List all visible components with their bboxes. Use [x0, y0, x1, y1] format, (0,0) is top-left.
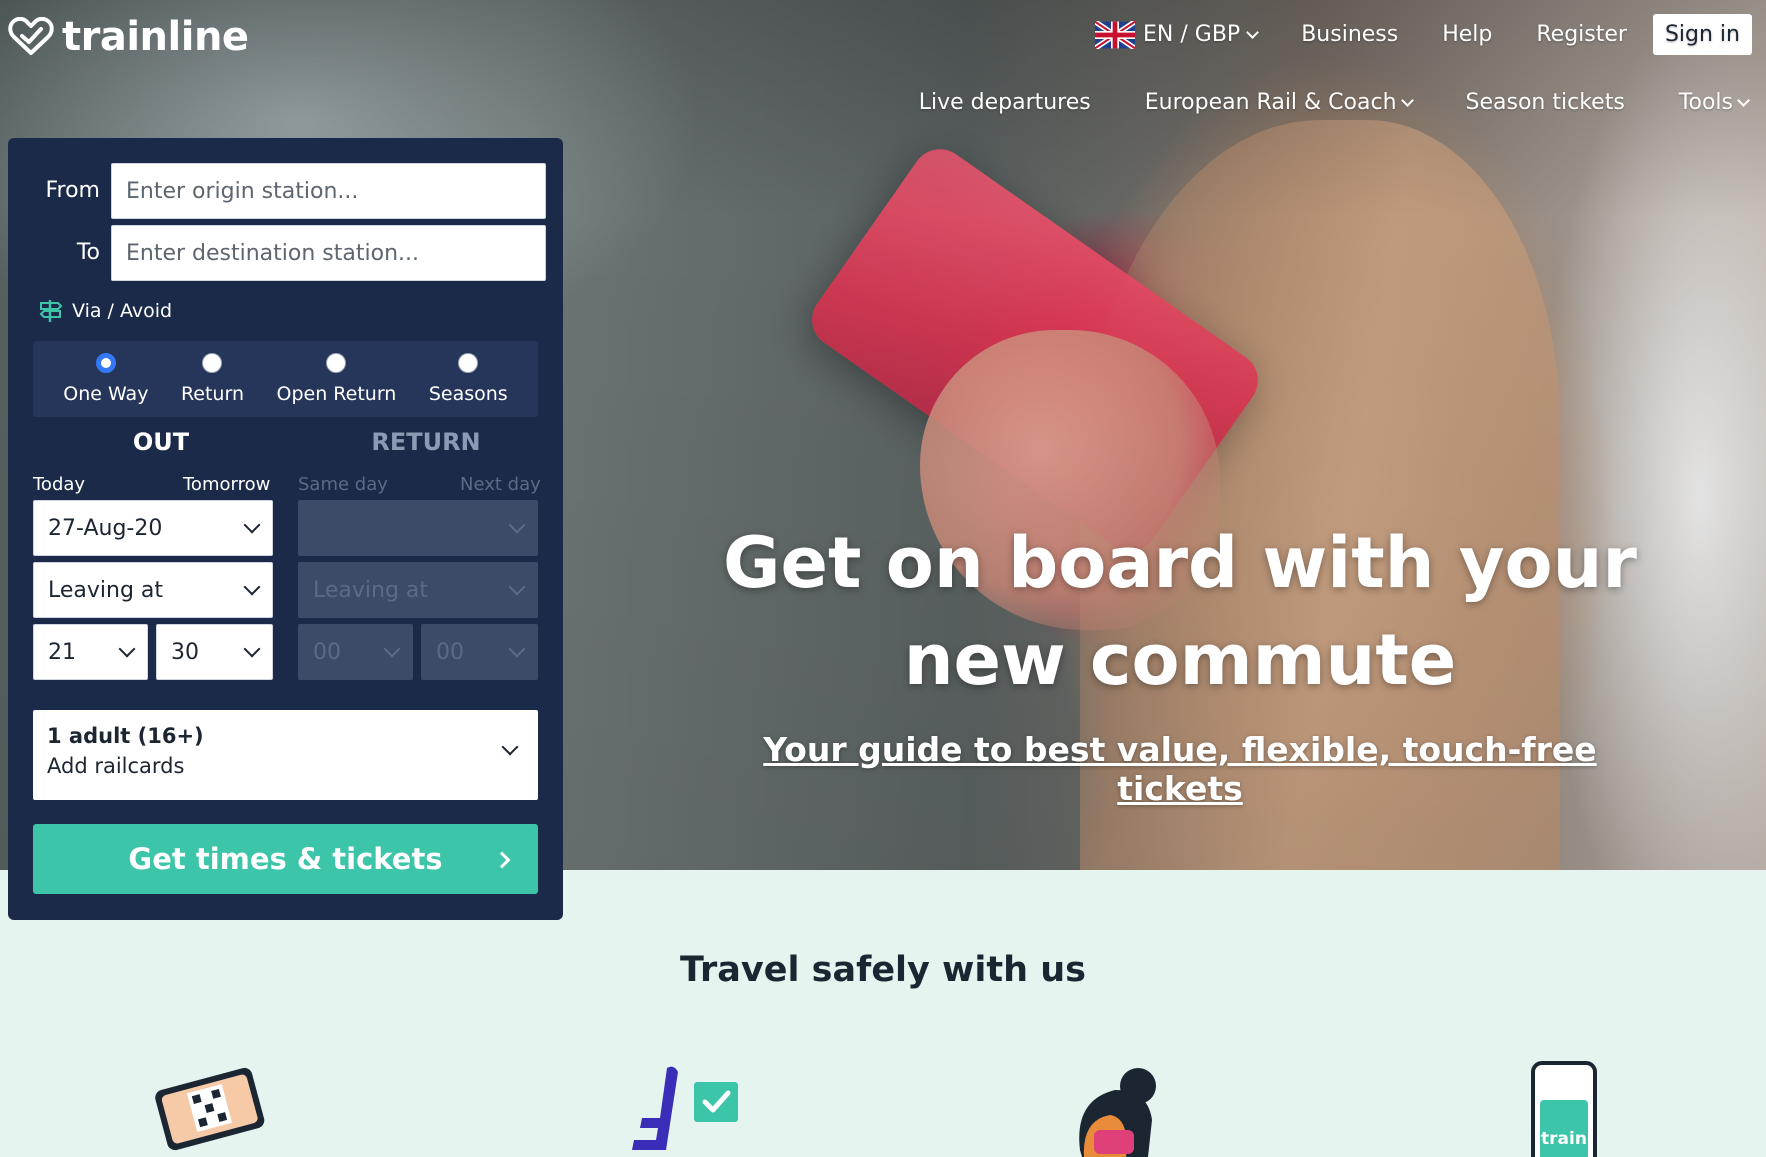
chevron-down-icon: [1246, 25, 1260, 39]
person-mask-icon: [1079, 1068, 1156, 1157]
secondary-navigation: Live departures European Rail & Coach Se…: [892, 86, 1750, 119]
register-link[interactable]: Register: [1514, 16, 1649, 53]
out-heading: OUT: [132, 428, 190, 456]
uk-flag-icon: [1095, 20, 1136, 49]
chevron-down-icon: [118, 640, 136, 658]
chevron-down-icon: [243, 516, 261, 534]
help-link[interactable]: Help: [1420, 16, 1514, 53]
to-label: To: [76, 240, 100, 265]
eticket-icon: [155, 1067, 265, 1151]
sign-in-button[interactable]: Sign in: [1652, 14, 1752, 55]
return-same-day-link[interactable]: Same day: [298, 474, 388, 495]
out-tomorrow-link[interactable]: Tomorrow: [183, 474, 270, 495]
return-hour-select[interactable]: 00: [298, 624, 413, 680]
seat-reservation-icon: [632, 1066, 738, 1150]
trainline-logo[interactable]: trainline: [8, 14, 249, 60]
radio-dot: [458, 353, 479, 373]
journey-type-group: One Way Return Open Return Seasons: [33, 341, 538, 417]
live-departures-link[interactable]: Live departures: [892, 86, 1118, 119]
chevron-down-icon: [508, 578, 526, 596]
logo-wordmark: trainline: [62, 14, 249, 60]
passenger-count: 1 adult (16+): [47, 724, 204, 748]
chevron-down-icon: [508, 640, 526, 658]
radio-seasons[interactable]: Seasons: [429, 341, 508, 417]
european-rail-menu[interactable]: European Rail & Coach: [1118, 86, 1439, 119]
heart-logo-icon: [8, 17, 54, 55]
chevron-down-icon: [1400, 93, 1414, 107]
radio-dot: [202, 353, 223, 373]
tools-menu[interactable]: Tools: [1652, 86, 1750, 119]
locale-selector[interactable]: EN / GBP: [1073, 15, 1279, 55]
business-link[interactable]: Business: [1279, 16, 1420, 53]
season-tickets-link[interactable]: Season tickets: [1439, 86, 1652, 119]
mobile-train-icon: train: [1531, 1061, 1597, 1157]
destination-station-input[interactable]: [111, 225, 546, 281]
origin-station-input[interactable]: [111, 163, 546, 219]
chevron-down-icon: [243, 578, 261, 596]
travel-safely-heading: Travel safely with us: [680, 950, 1086, 990]
chevron-down-icon: [243, 640, 261, 658]
out-date-select[interactable]: 27-Aug-20: [33, 500, 273, 556]
return-minute-select[interactable]: 00: [421, 624, 538, 680]
radio-dot: [326, 353, 347, 373]
via-avoid-toggle[interactable]: Via / Avoid: [38, 298, 172, 324]
signpost-icon: [39, 300, 63, 322]
commute-guide-link[interactable]: Your guide to best value, flexible, touc…: [700, 730, 1660, 808]
chevron-right-icon: [493, 851, 511, 869]
return-time-mode-select[interactable]: Leaving at: [298, 562, 538, 618]
hero-heading: Get on board with your new commute: [723, 522, 1637, 701]
from-label: From: [45, 178, 100, 203]
mobile-train-label: train: [1541, 1129, 1587, 1149]
top-navigation: EN / GBP Business Help Register Sign in: [1073, 14, 1752, 55]
radio-return[interactable]: Return: [181, 341, 244, 417]
chevron-down-icon: [1737, 93, 1750, 107]
radio-open-return[interactable]: Open Return: [277, 341, 396, 417]
get-times-tickets-button[interactable]: Get times & tickets: [33, 824, 538, 894]
add-railcards-label: Add railcards: [47, 754, 185, 778]
out-hour-select[interactable]: 21: [33, 624, 148, 680]
passengers-railcards-selector[interactable]: 1 adult (16+) Add railcards: [33, 710, 538, 800]
locale-label: EN / GBP: [1143, 22, 1241, 47]
chevron-down-icon: [508, 516, 526, 534]
chevron-down-icon: [383, 640, 401, 658]
out-minute-select[interactable]: 30: [156, 624, 273, 680]
journey-search-panel: From To Via / Avoid One Way Return Open …: [8, 138, 563, 920]
return-date-select[interactable]: [298, 500, 538, 556]
radio-dot-selected: [95, 353, 116, 373]
out-time-mode-select[interactable]: Leaving at: [33, 562, 273, 618]
out-today-link[interactable]: Today: [33, 474, 85, 495]
return-next-day-link[interactable]: Next day: [460, 474, 541, 495]
return-heading: RETURN: [371, 428, 481, 456]
radio-one-way[interactable]: One Way: [63, 341, 148, 417]
